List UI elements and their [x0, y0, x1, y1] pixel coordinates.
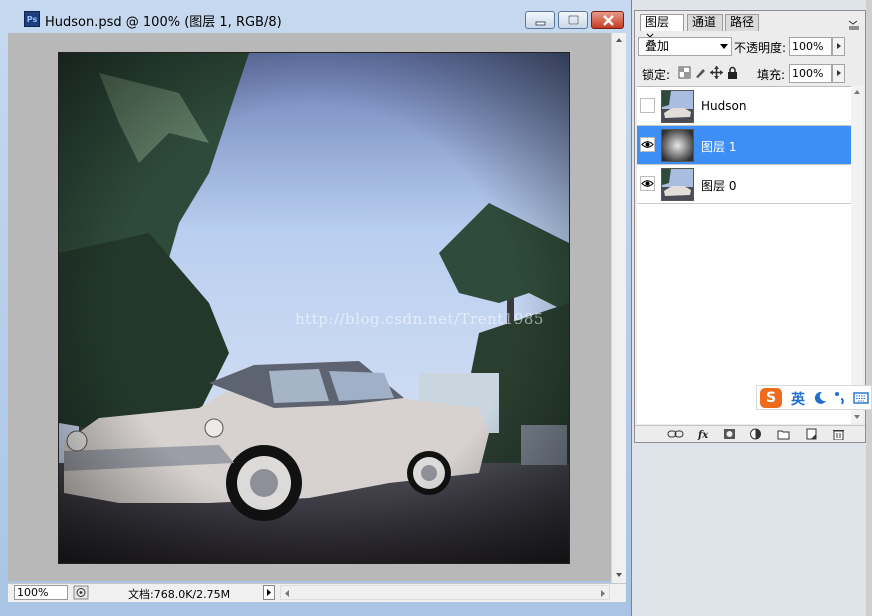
- blend-mode-select[interactable]: 叠加: [638, 37, 732, 56]
- new-layer-icon[interactable]: [805, 428, 818, 440]
- photo-thumbnail-image: [662, 91, 693, 122]
- document-window: Ps Hudson.psd @ 100% (图层 1, RGB/8) 100% …: [0, 0, 632, 616]
- layers-panel: 图层 × 通道 路径 叠加 不透明度: 100% 锁定: 填充: 100% Hu…: [634, 10, 866, 443]
- panel-menu-icon[interactable]: [847, 19, 861, 31]
- opacity-slider-button[interactable]: [832, 37, 845, 56]
- lock-position-icon[interactable]: [710, 66, 723, 79]
- tab-paths[interactable]: 路径: [725, 14, 759, 31]
- fx-icon[interactable]: fx: [697, 428, 713, 440]
- lock-pixels-icon[interactable]: [694, 66, 707, 79]
- horizontal-scrollbar[interactable]: [280, 585, 610, 600]
- layer-name: Hudson: [701, 99, 747, 113]
- fill-slider-button[interactable]: [832, 64, 845, 83]
- minimize-button[interactable]: [525, 11, 555, 29]
- maximize-icon: [568, 15, 579, 25]
- layer-thumbnail: [661, 168, 694, 201]
- adjustment-icon[interactable]: [749, 428, 762, 440]
- photo-image: [59, 53, 569, 563]
- ime-logo[interactable]: S: [760, 388, 782, 408]
- tab-channels[interactable]: 通道: [687, 14, 723, 31]
- layer-row-layer0[interactable]: 图层 0: [637, 165, 851, 204]
- lock-all-icon[interactable]: [726, 66, 739, 79]
- lock-transparency-icon[interactable]: [678, 66, 691, 79]
- layer-thumbnail: [661, 129, 694, 162]
- trash-icon[interactable]: [832, 428, 845, 440]
- moon-icon[interactable]: [813, 391, 827, 405]
- mask-icon[interactable]: [723, 428, 736, 440]
- dropdown-arrow-icon: [720, 44, 728, 49]
- document-photo[interactable]: [58, 52, 570, 564]
- punctuation-icon[interactable]: [833, 390, 847, 406]
- zoom-field[interactable]: 100%: [14, 585, 68, 600]
- fill-label: 填充:: [757, 68, 786, 82]
- document-title: Hudson.psd @ 100% (图层 1, RGB/8): [45, 15, 282, 30]
- document-info: 文档:768.0K/2.75M: [128, 588, 231, 601]
- blend-mode-value: 叠加: [645, 39, 670, 53]
- folder-icon[interactable]: [777, 428, 790, 440]
- status-menu-arrow-icon[interactable]: [263, 585, 275, 600]
- photoshop-icon: Ps: [24, 11, 40, 27]
- desktop-background: [866, 0, 872, 616]
- layer-row-layer1[interactable]: 图层 1: [637, 126, 851, 165]
- ime-toolbar[interactable]: S 英: [756, 385, 872, 410]
- panel-footer: fx: [635, 425, 865, 443]
- fill-field[interactable]: 100%: [789, 64, 832, 83]
- tab-layers-label: 图层: [645, 15, 670, 29]
- layers-list: Hudson 图层 1 图层 0: [637, 86, 851, 424]
- opacity-field[interactable]: 100%: [789, 37, 832, 56]
- scroll-arrows-icon: [616, 38, 622, 577]
- link-icon[interactable]: [667, 428, 685, 440]
- hscroll-arrows-icon: [285, 590, 605, 597]
- layer-row-hudson[interactable]: Hudson: [637, 87, 851, 126]
- vertical-scrollbar[interactable]: [611, 33, 626, 583]
- visibility-toggle[interactable]: [640, 137, 655, 152]
- layer-name: 图层 0: [701, 179, 737, 193]
- vignette-thumbnail-image: [662, 130, 693, 161]
- layer-thumbnail: [661, 90, 694, 123]
- minimize-icon: [535, 21, 546, 26]
- watermark-text: http://blog.csdn.net/Trent1985: [295, 310, 544, 328]
- close-icon: [603, 15, 614, 26]
- visibility-toggle[interactable]: [640, 98, 655, 113]
- opacity-label: 不透明度:: [734, 41, 787, 55]
- lock-label: 锁定:: [642, 68, 671, 82]
- panel-scroll-arrows-icon: [854, 90, 860, 419]
- visibility-toggle[interactable]: [640, 176, 655, 191]
- canvas-area[interactable]: [8, 33, 611, 581]
- keyboard-icon[interactable]: [853, 391, 869, 405]
- close-button[interactable]: [591, 11, 624, 29]
- panel-scrollbar[interactable]: [851, 86, 863, 423]
- layer-name: 图层 1: [701, 140, 737, 154]
- tab-layers[interactable]: 图层 ×: [640, 14, 684, 44]
- status-info-icon[interactable]: [73, 585, 89, 600]
- document-titlebar[interactable]: Ps Hudson.psd @ 100% (图层 1, RGB/8): [0, 0, 632, 32]
- photo-thumbnail-image: [662, 169, 693, 200]
- eye-icon: [641, 180, 654, 187]
- maximize-button[interactable]: [558, 11, 588, 29]
- ime-language[interactable]: 英: [791, 389, 805, 409]
- eye-icon: [641, 141, 654, 148]
- svg-text:fx: fx: [697, 430, 709, 440]
